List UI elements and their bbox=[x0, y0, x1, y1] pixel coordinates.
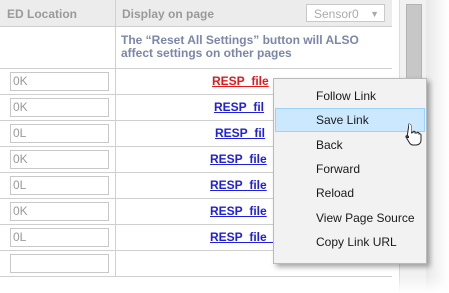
menu-item-follow-link[interactable]: Follow Link bbox=[275, 84, 425, 108]
column-divider bbox=[115, 199, 116, 224]
column-divider bbox=[115, 121, 116, 146]
pointer-cursor-icon bbox=[405, 123, 422, 146]
sensor-dropdown-value: Sensor0 bbox=[314, 7, 359, 21]
resp-file-link[interactable]: RESP_file bbox=[210, 204, 267, 218]
menu-item-save-link[interactable]: Save Link bbox=[275, 108, 425, 132]
location-input[interactable]: 0L bbox=[10, 176, 109, 195]
sensor-dropdown[interactable]: Sensor0 ▼ bbox=[306, 4, 385, 22]
window-edge-fade bbox=[426, 0, 449, 293]
column-divider bbox=[115, 173, 116, 198]
location-input[interactable]: 0K bbox=[10, 98, 109, 117]
menu-item-back[interactable]: Back bbox=[275, 133, 425, 157]
location-input[interactable] bbox=[10, 254, 109, 273]
context-menu: Follow Link Save Link Back Forward Reloa… bbox=[273, 78, 427, 264]
bottom-edge-fade bbox=[0, 276, 449, 293]
location-input[interactable]: 0K bbox=[10, 202, 109, 221]
resp-file-link[interactable]: RESP_fil bbox=[214, 100, 264, 114]
column-divider bbox=[115, 225, 116, 250]
resp-file-link[interactable]: RESP_file bbox=[212, 74, 269, 88]
display-column-header: Display on page bbox=[122, 7, 215, 21]
chevron-down-icon: ▼ bbox=[370, 9, 379, 19]
resp-file-link[interactable]: RESP_fil bbox=[215, 126, 265, 140]
column-divider bbox=[115, 27, 116, 68]
resp-file-link[interactable]: RESP_file bbox=[210, 178, 267, 192]
column-divider bbox=[115, 147, 116, 172]
location-column-header: ED Location bbox=[7, 7, 78, 21]
column-divider bbox=[115, 69, 116, 94]
column-divider bbox=[115, 0, 116, 26]
location-input[interactable]: 0K bbox=[10, 72, 109, 91]
reset-settings-note: The “Reset All Settings” button will ALS… bbox=[121, 33, 359, 60]
column-divider bbox=[115, 95, 116, 120]
location-input[interactable]: 0L bbox=[10, 228, 109, 247]
menu-item-forward[interactable]: Forward bbox=[275, 157, 425, 181]
location-input[interactable]: 0K bbox=[10, 150, 109, 169]
resp-file-link[interactable]: RESP_file bbox=[210, 152, 267, 166]
menu-item-copy-link-url[interactable]: Copy Link URL bbox=[275, 230, 425, 254]
menu-item-view-page-source[interactable]: View Page Source bbox=[275, 206, 425, 230]
note-row: The “Reset All Settings” button will ALS… bbox=[0, 27, 392, 69]
web-page: ED Location Display on page Sensor0 ▼ Th… bbox=[0, 0, 449, 293]
menu-item-reload[interactable]: Reload bbox=[275, 181, 425, 205]
location-input[interactable]: 0L bbox=[10, 124, 109, 143]
table-header: ED Location Display on page Sensor0 ▼ bbox=[0, 0, 392, 27]
column-divider bbox=[115, 251, 116, 276]
